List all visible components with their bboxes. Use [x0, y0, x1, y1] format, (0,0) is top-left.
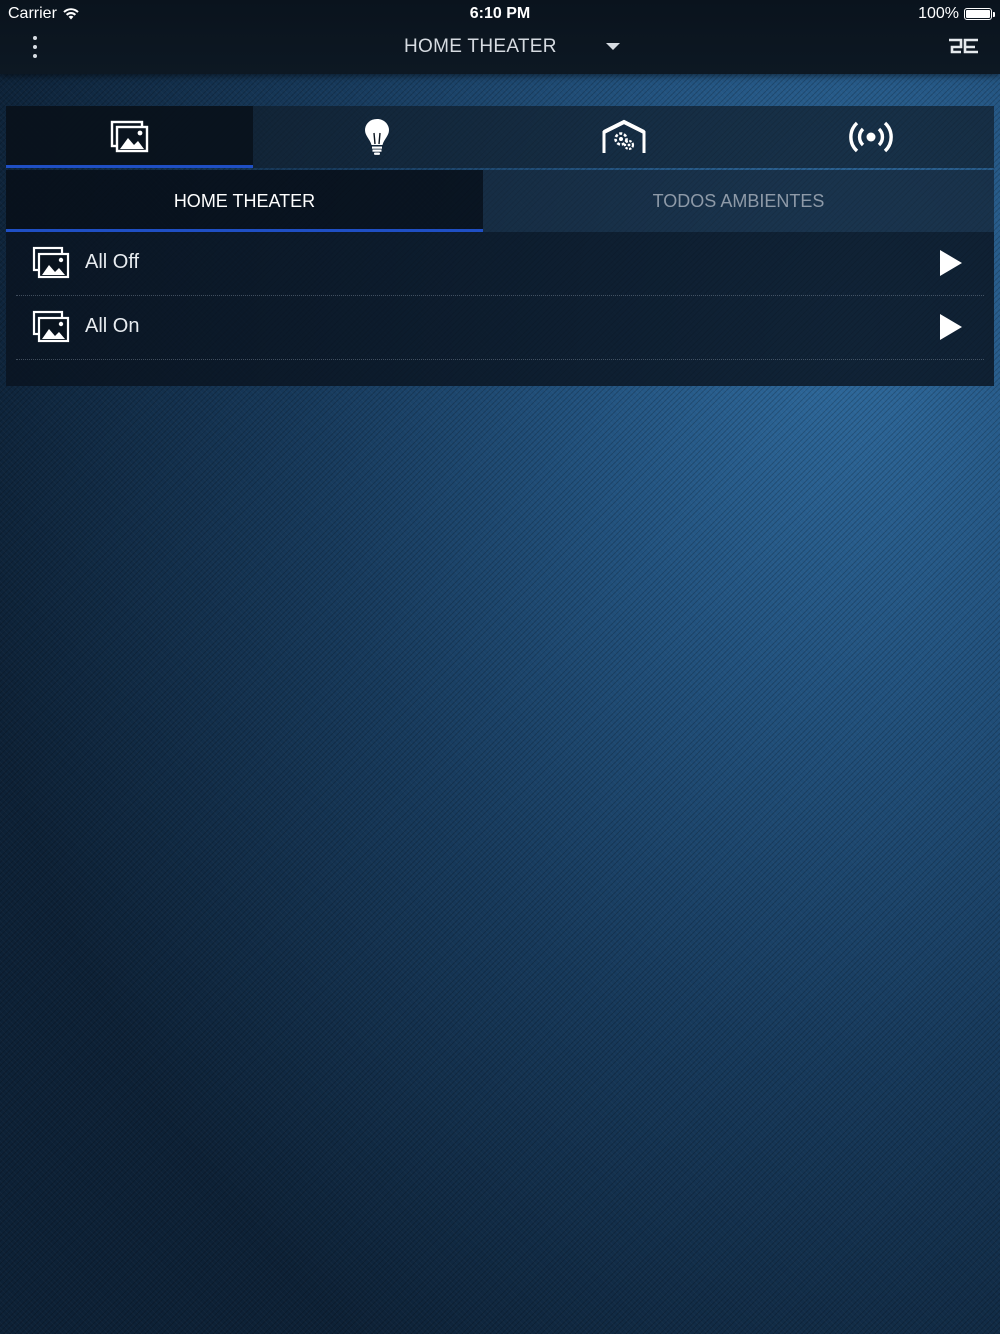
status-battery: 100% [918, 5, 995, 23]
garage-gear-icon [602, 119, 645, 153]
broadcast-icon [848, 121, 893, 153]
play-icon[interactable] [940, 250, 962, 276]
tab-broadcast[interactable] [747, 106, 994, 168]
scenes-icon [110, 120, 148, 153]
vertical-dots-icon[interactable] [28, 36, 42, 58]
category-tabs [6, 106, 994, 168]
top-bar: Carrier 6:10 PM 100% HOME THEATER [0, 0, 1000, 74]
status-time: 6:10 PM [469, 5, 531, 22]
scene-image-icon [32, 246, 70, 279]
scene-label: All On [85, 315, 140, 337]
scene-image-icon [32, 310, 70, 343]
scenes-panel: HOME THEATER TODOS AMBIENTES All Off All… [6, 106, 994, 386]
scene-row-all-off[interactable]: All Off [16, 232, 984, 296]
tab-scenes[interactable] [6, 106, 253, 168]
play-icon[interactable] [940, 314, 962, 340]
scene-label: All Off [85, 251, 140, 273]
tab-todos-ambientes[interactable]: TODOS AMBIENTES [483, 170, 994, 232]
tab-automation[interactable] [500, 106, 747, 168]
battery-icon [964, 8, 995, 20]
tab-home-theater[interactable]: HOME THEATER [6, 170, 483, 232]
lightbulb-icon [364, 119, 389, 155]
brand-logo-icon [949, 38, 978, 54]
room-title[interactable]: HOME THEATER [404, 36, 557, 58]
caret-down-icon[interactable] [606, 43, 620, 50]
room-sub-tabs: HOME THEATER TODOS AMBIENTES [6, 170, 994, 232]
tab-label: HOME THEATER [173, 190, 316, 211]
battery-percent: 100% [918, 5, 959, 22]
scene-row-all-on[interactable]: All On [16, 296, 984, 360]
scene-list: All Off All On [6, 232, 994, 386]
tab-label: TODOS AMBIENTES [652, 190, 825, 211]
tab-lighting[interactable] [253, 106, 500, 168]
battery-fill [966, 10, 990, 18]
